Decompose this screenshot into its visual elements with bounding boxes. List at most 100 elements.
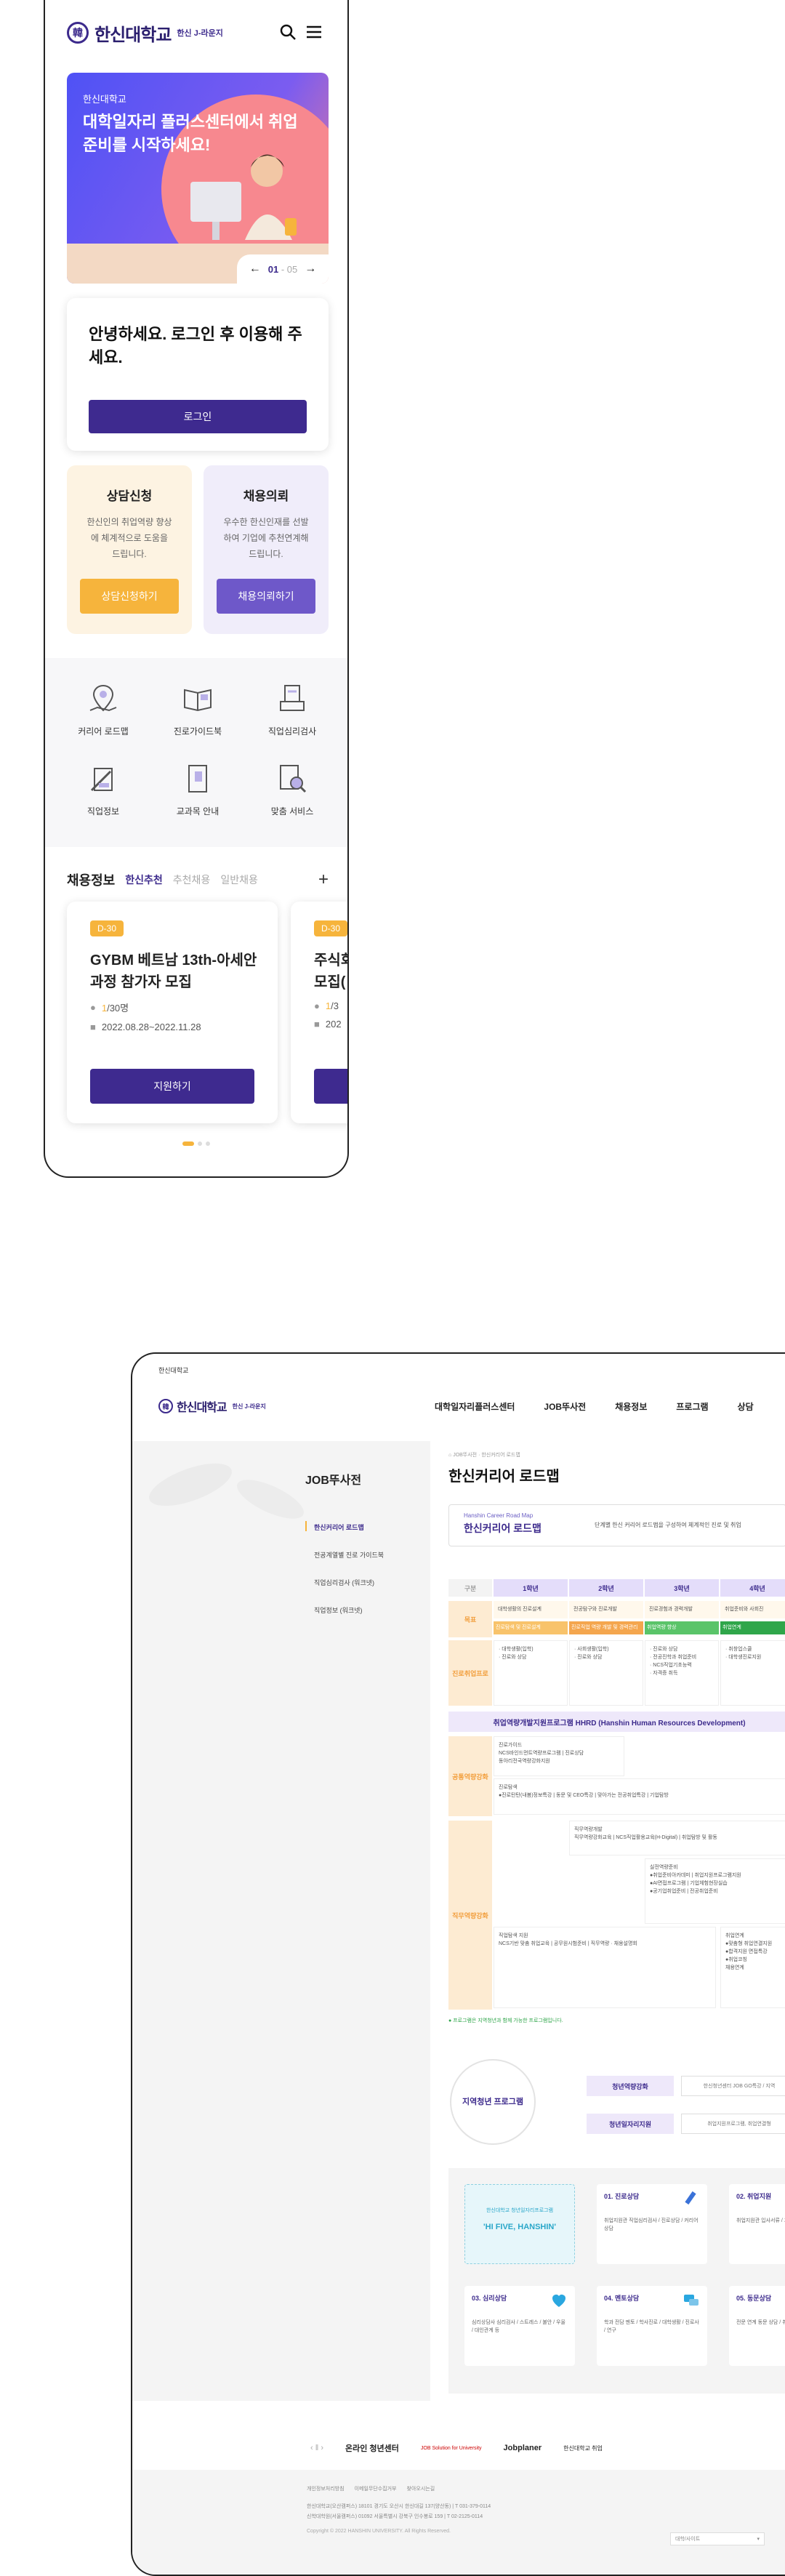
login-card: 안녕하세요. 로그인 후 이용해 주세요. 로그인 (67, 298, 329, 451)
recruit-request-card: 채용의뢰 우수한 한신인재를 선발하여 기업에 추천연계해드립니다. 채용의뢰하… (204, 465, 329, 634)
quick-course-guide[interactable]: 교과목 안내 (154, 758, 241, 817)
hi-five-center: 한신대학교 청년일자리프로그램 'HI FIVE, HANSHIN' (464, 2184, 575, 2264)
hi-five-section: 한신대학교 청년일자리프로그램 'HI FIVE, HANSHIN' 01. 진… (448, 2168, 785, 2394)
apply-button[interactable]: 지원하기 (90, 1069, 254, 1104)
nav-item[interactable]: 상담 (738, 1400, 754, 1413)
nav-item[interactable]: JOB뚜사전 (544, 1400, 586, 1413)
tab-recommended-jobs[interactable]: 추천채용 (173, 872, 211, 887)
main-nav: 대학일자리플러스센터 JOB뚜사전 채용정보 프로그램 상담 (435, 1400, 754, 1413)
job-applicants: ● 1/30명 (90, 1002, 129, 1014)
table-header-row: 구분 1학년 2학년 3학년 4학년 (448, 1579, 785, 1597)
apply-button[interactable] (314, 1069, 347, 1104)
quick-job-info[interactable]: 직업정보 (60, 758, 147, 817)
row-label-goal: 목표 (448, 1601, 492, 1637)
quick-career-roadmap[interactable]: 커리어 로드맵 (60, 678, 147, 737)
next-arrow-icon[interactable]: → (305, 262, 316, 276)
sidebar-item-psych-test[interactable]: 직업심리검사 (워크넷) (314, 1578, 374, 1587)
person-icon: ● (90, 1002, 96, 1013)
nav-item[interactable]: 채용정보 (615, 1400, 647, 1413)
partner-logo[interactable]: 한신대학교 취업 (563, 2444, 603, 2452)
top-util-label: 한신대학교 (158, 1367, 189, 1374)
mobile-preview: 韓 한신대학교 한신 J-라운지 한신대학교 대학일자리 플러스센터에서 취업준… (44, 0, 349, 1178)
university-seal-icon[interactable]: 韓 (67, 22, 89, 44)
dot-active[interactable] (182, 1141, 194, 1146)
quick-guidebook[interactable]: 진로가이드북 (154, 678, 241, 737)
quick-label: 직업심리검사 (267, 726, 317, 737)
university-logo[interactable]: 한신대학교 (94, 20, 172, 46)
notebook-icon (188, 765, 207, 793)
pen-icon (685, 2191, 696, 2205)
hi-five-card[interactable]: 03. 심리상담 심리상담사 심리검사 / 스트레스 / 불안 / 우울 / 대… (464, 2286, 575, 2366)
tab-general-jobs[interactable]: 일반채용 (220, 872, 258, 887)
footer-address: 신학대학원(서울캠퍼스) 01092 서울특별시 강북구 인수봉로 159 | … (307, 2514, 483, 2519)
menu-icon[interactable] (305, 23, 323, 41)
hi-five-card[interactable]: 02. 취업지원 취업지원관 입사서류 / 기업정보 제공 (729, 2184, 785, 2264)
region-desc: 취업지원프로그램, 취업연결형 (681, 2114, 785, 2134)
consult-button[interactable]: 상담신청하기 (80, 579, 179, 614)
breadcrumb: ⌂ JOB뚜사전 · 한신커리어 로드맵 (448, 1453, 520, 1458)
consult-card: 상담신청 한신인의 취업역량 향상에 체계적으로 도움을 드립니다. 상담신청하… (67, 465, 192, 634)
footer-address: 한신대학교(오산캠퍼스) 18101 경기도 오산시 한신대길 137(양산동)… (307, 2504, 491, 2509)
hi-five-card[interactable]: 01. 진로상담 취업지원관 직업심리검사 / 진로상담 / 커리어상담 (597, 2184, 707, 2264)
job-applicants: ● 1/3 (314, 1000, 339, 1011)
home-icon[interactable]: ⌂ (448, 1453, 451, 1458)
footer-link[interactable]: 개인정보처리방침 (307, 2484, 345, 2495)
sidebar-active-bar (305, 1521, 307, 1531)
hero-banner[interactable]: 한신대학교 대학일자리 플러스센터에서 취업준비를 시작하세요! ← 01 - … (67, 73, 329, 284)
partner-logo[interactable]: JOB Solution for University (421, 2446, 482, 2451)
region-desc: 한신청년센터 JOB GO특강 / 지역 (681, 2076, 785, 2096)
hero-title: 대학일자리 플러스센터에서 취업준비를 시작하세요! (83, 113, 298, 154)
quick-label: 커리어 로드맵 (78, 726, 129, 737)
nav-item[interactable]: 대학일자리플러스센터 (435, 1400, 515, 1413)
roadmap-table: 구분 1학년 2학년 3학년 4학년 목표 대학생활의 진로설계 전공탐구와 진… (448, 1579, 785, 2052)
footer-links: 개인정보처리방침 이메일무단수집거부 찾아오시는길 (307, 2484, 785, 2495)
deadline-badge: D-30 (314, 920, 347, 936)
consult-title: 상담신청 (106, 489, 153, 503)
more-plus-icon[interactable]: + (318, 870, 329, 890)
university-logo[interactable]: 한신대학교 (177, 1397, 228, 1415)
quick-label: 직업정보 (86, 806, 120, 816)
partner-logo[interactable]: 온라인 청년센터 (345, 2442, 399, 2454)
quick-psych-test[interactable]: 직업심리검사 (249, 678, 336, 737)
recruit-request-button[interactable]: 채용의뢰하기 (217, 579, 315, 614)
year-col: 3학년 (645, 1579, 719, 1597)
sidebar-item-roadmap[interactable]: 한신커리어 로드맵 (314, 1522, 364, 1532)
search-icon[interactable] (279, 23, 297, 41)
row-label-common: 공통역량강화 (448, 1736, 492, 1816)
site-subtitle: 한신 J-라운지 (177, 29, 223, 38)
quick-label: 교과목 안내 (176, 806, 220, 816)
university-seal-icon[interactable]: 韓 (158, 1399, 173, 1413)
hi-five-card[interactable]: 05. 동문상담 전문 연계 동문 상담 / 취직 상담 (729, 2286, 785, 2366)
footer-link[interactable]: 찾아오시는길 (407, 2484, 435, 2495)
sidebar-item-guidebook[interactable]: 전공계열별 진로 가이드북 (314, 1550, 384, 1560)
recruit-request-title: 채용의뢰 (243, 489, 289, 503)
login-greeting: 안녕하세요. 로그인 후 이용해 주세요. (89, 325, 302, 366)
family-site-select[interactable]: 대학/사이트 ▾ (670, 2532, 765, 2545)
test-icon (280, 685, 305, 711)
login-button[interactable]: 로그인 (89, 400, 307, 433)
page-title: 한신커리어 로드맵 (448, 1469, 560, 1485)
hero-eyebrow: 한신대학교 (83, 94, 126, 105)
deadline-badge: D-30 (90, 920, 124, 936)
tab-hanshin-recommend[interactable]: 한신추천 (125, 872, 163, 887)
row-label-major: 직무역량강화 (448, 1821, 492, 2010)
quick-label: 진로가이드북 (173, 726, 222, 737)
prev-arrow-icon[interactable]: ← (249, 262, 261, 276)
row-label-program: 진로취업프로 (448, 1640, 492, 1706)
recruit-request-desc: 우수한 한신인재를 선발하여 기업에 추천연계해드립니다. (223, 517, 309, 559)
footer-link[interactable]: 이메일무단수집거부 (355, 2484, 397, 2495)
job-card[interactable]: D-30 주식회 모집( ●1/3 ■202 (291, 902, 347, 1123)
partner-logo[interactable]: Jobplaner (504, 2444, 542, 2452)
nav-item[interactable]: 프로그램 (676, 1400, 708, 1413)
dot[interactable] (206, 1141, 210, 1146)
hi-five-card[interactable]: 04. 멘토상담 학과 전담 멘토 / 학사진로 / 대학생활 / 진로사 / … (597, 2286, 707, 2366)
sidebar-item-job-info[interactable]: 직업정보 (워크넷) (314, 1605, 362, 1615)
hero-pager: ← 01 - 05 → (237, 254, 329, 284)
job-card[interactable]: D-30 GYBM 베트남 13th-아세안과정 참가자 모집 ● 1/30명 ■… (67, 902, 278, 1123)
dot[interactable] (198, 1141, 202, 1146)
partner-pager[interactable]: ‹ ‖ › (310, 2444, 323, 2452)
chevron-down-icon: ▾ (757, 2537, 760, 2542)
quick-custom-service[interactable]: 맞춤 서비스 (249, 758, 336, 817)
roadmap-eyebrow: Hanshin Career Road Map (464, 1512, 534, 1519)
jobs-header: 채용정보 한신추천 추천채용 일반채용 + (67, 869, 329, 891)
